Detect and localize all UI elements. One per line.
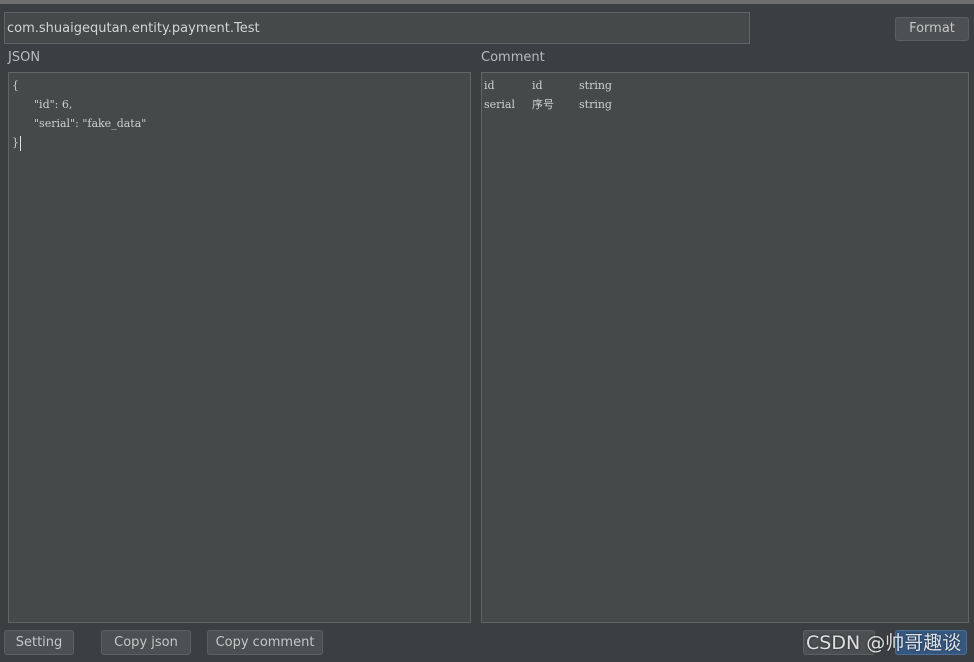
format-button[interactable]: Format (895, 17, 969, 41)
comment-field-comment: id (532, 79, 543, 92)
json-line-text: } (12, 136, 19, 149)
copy-comment-button[interactable]: Copy comment (207, 630, 323, 655)
json-line: "serial": "fake_data" (34, 117, 147, 130)
text-caret (20, 135, 21, 151)
setting-button[interactable]: Setting (4, 630, 74, 655)
comment-label: Comment (481, 50, 545, 65)
comment-field-type: string (579, 79, 612, 92)
json-line: } (12, 133, 467, 152)
json-label: JSON (8, 50, 41, 65)
comment-output[interactable]: id id string serial 序号 string (481, 72, 969, 623)
comment-field-type: string (579, 98, 612, 111)
comment-field-comment: 序号 (532, 98, 554, 111)
comment-field-name: serial (484, 98, 516, 111)
comment-row: serial 序号 string (483, 95, 967, 114)
json-editor[interactable]: { "id": 6, "serial": "fake_data" } (8, 72, 471, 623)
copy-json-button[interactable]: Copy json (101, 630, 191, 655)
json-line: "id": 6, (34, 98, 73, 111)
csdn-watermark: CSDN @帅哥趣谈 (806, 632, 962, 654)
comment-field-name: id (484, 79, 495, 92)
window-top-border (0, 0, 974, 4)
json-line: { (12, 79, 19, 92)
comment-row: id id string (483, 76, 967, 95)
class-name-input[interactable] (4, 12, 750, 44)
